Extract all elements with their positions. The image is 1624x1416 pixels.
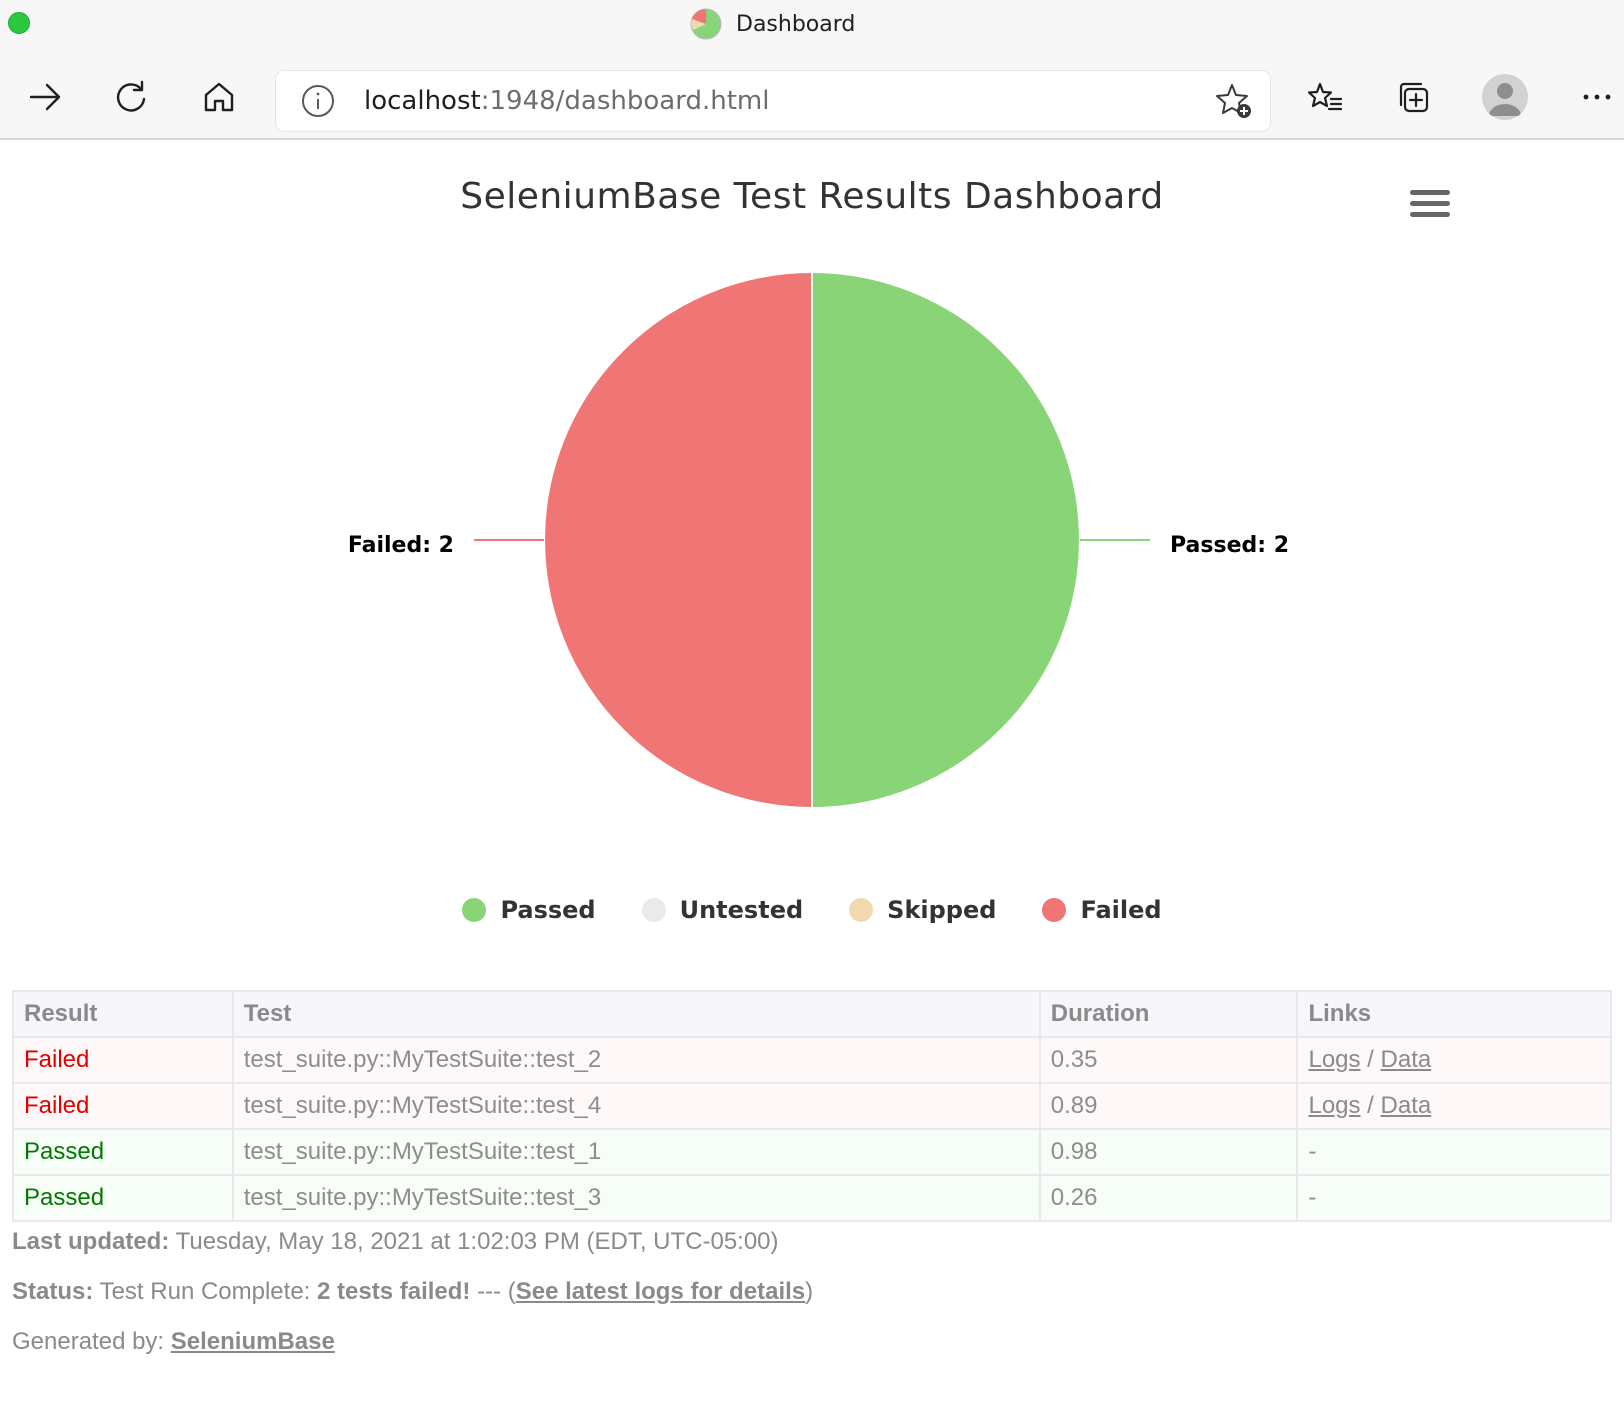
- pie-chart: Passed: 2 Failed: 2: [348, 270, 1289, 810]
- more-options-icon: [1583, 94, 1611, 100]
- table-row: Failed test_suite.py::MyTestSuite::test_…: [12, 1082, 1612, 1130]
- legend-item-untested[interactable]: Untested: [641, 896, 804, 924]
- duration-cell: 0.26: [1038, 1174, 1299, 1222]
- legend-label: Passed: [500, 896, 596, 924]
- test-cell: test_suite.py::MyTestSuite::test_4: [231, 1082, 1041, 1130]
- tab-title-text: Dashboard: [736, 11, 856, 37]
- legend-item-failed[interactable]: Failed: [1042, 896, 1162, 924]
- header-duration[interactable]: Duration: [1038, 990, 1299, 1038]
- logs-link[interactable]: Logs: [1308, 1092, 1360, 1119]
- legend-label: Untested: [679, 896, 804, 924]
- home-button[interactable]: [196, 74, 242, 120]
- favorites-button[interactable]: [1302, 74, 1348, 120]
- collections-icon: [1399, 82, 1429, 113]
- legend-label: Failed: [1080, 896, 1162, 924]
- pie-chart-favicon-icon: [690, 8, 722, 40]
- collections-button[interactable]: [1390, 74, 1436, 120]
- status-close: ): [805, 1278, 814, 1305]
- result-cell: Failed: [12, 1036, 234, 1084]
- logs-link[interactable]: Logs: [1308, 1046, 1360, 1073]
- legend-marker-icon: [462, 898, 487, 922]
- status-text: Test Run Complete:: [93, 1278, 318, 1305]
- table-row: Passed test_suite.py::MyTestSuite::test_…: [12, 1128, 1612, 1176]
- result-cell: Failed: [12, 1082, 234, 1130]
- results-table: Result Test Duration Links Failed test_s…: [12, 990, 1612, 1222]
- chart-title: SeleniumBase Test Results Dashboard: [460, 176, 1164, 217]
- last-updated-label: Last updated:: [12, 1228, 170, 1255]
- url-input[interactable]: localhost:1948/dashboard.html: [364, 71, 1124, 131]
- result-cell: Passed: [12, 1128, 234, 1176]
- links-cell: -: [1296, 1128, 1612, 1176]
- seleniumbase-link[interactable]: SeleniumBase: [171, 1328, 335, 1355]
- hamburger-menu-bar: [1410, 212, 1450, 217]
- latest-logs-link[interactable]: See latest logs for details: [516, 1278, 805, 1305]
- window-maximize-button[interactable]: [8, 12, 30, 34]
- arrow-right-icon: [29, 83, 61, 111]
- status-line: Status: Test Run Complete: 2 tests faile…: [12, 1278, 813, 1306]
- legend-marker-icon: [849, 898, 874, 922]
- legend-marker-icon: [1042, 898, 1067, 922]
- duration-cell: 0.35: [1038, 1036, 1299, 1084]
- legend-label: Skipped: [887, 896, 997, 924]
- url-path: :1948/dashboard.html: [480, 86, 770, 116]
- title-bar: Dashboard: [0, 0, 1624, 56]
- duration-cell: 0.89: [1038, 1082, 1299, 1130]
- last-updated-value: Tuesday, May 18, 2021 at 1:02:03 PM (EDT…: [169, 1228, 779, 1255]
- data-link[interactable]: Data: [1381, 1092, 1432, 1119]
- test-cell: test_suite.py::MyTestSuite::test_3: [231, 1174, 1041, 1222]
- generated-by: Generated by: SeleniumBase: [12, 1328, 335, 1356]
- address-bar[interactable]: localhost:1948/dashboard.html: [276, 71, 1270, 131]
- data-label-failed: Failed: 2: [348, 533, 454, 558]
- test-cell: test_suite.py::MyTestSuite::test_1: [231, 1128, 1041, 1176]
- duration-cell: 0.98: [1038, 1128, 1299, 1176]
- info-icon[interactable]: [300, 83, 336, 119]
- table-row: Passed test_suite.py::MyTestSuite::test_…: [12, 1174, 1612, 1222]
- user-avatar-icon: [1489, 83, 1521, 116]
- pie-slice-failed[interactable]: [543, 270, 813, 810]
- pie-slice-passed[interactable]: [811, 270, 1081, 810]
- reload-button[interactable]: [108, 74, 154, 120]
- legend-marker-icon: [641, 898, 666, 922]
- result-cell: Passed: [12, 1174, 234, 1222]
- last-updated: Last updated: Tuesday, May 18, 2021 at 1…: [12, 1228, 779, 1256]
- tab-title: Dashboard: [690, 8, 855, 40]
- table-row: Failed test_suite.py::MyTestSuite::test_…: [12, 1036, 1612, 1084]
- add-favorite-icon[interactable]: [1214, 81, 1254, 121]
- header-result[interactable]: Result: [12, 990, 234, 1038]
- status-label: Status:: [12, 1278, 94, 1305]
- browser-toolbar: localhost:1948/dashboard.html: [0, 56, 1624, 140]
- table-header-row: Result Test Duration Links: [12, 990, 1612, 1038]
- hamburger-menu-bar: [1410, 201, 1450, 206]
- status-separator: --- (: [470, 1278, 516, 1305]
- hamburger-menu-icon: [1410, 190, 1450, 195]
- data-link[interactable]: Data: [1381, 1046, 1432, 1073]
- favorites-list-icon: [1307, 82, 1343, 111]
- data-label-passed: Passed: 2: [1170, 533, 1289, 558]
- more-options-button[interactable]: [1574, 74, 1620, 120]
- chart-legend: Passed Untested Skipped Failed: [0, 896, 1624, 924]
- home-icon: [204, 82, 234, 112]
- links-cell: -: [1296, 1174, 1612, 1222]
- url-host: localhost: [364, 86, 481, 116]
- legend-item-passed[interactable]: Passed: [462, 896, 596, 924]
- status-failed-count: 2 tests failed!: [317, 1278, 471, 1305]
- test-cell: test_suite.py::MyTestSuite::test_2: [231, 1036, 1041, 1084]
- reload-icon: [116, 80, 146, 112]
- link-separator: /: [1360, 1092, 1381, 1119]
- link-separator: /: [1360, 1046, 1381, 1073]
- legend-item-skipped[interactable]: Skipped: [849, 896, 996, 924]
- links-cell: Logs / Data: [1296, 1036, 1612, 1084]
- profile-avatar[interactable]: [1482, 74, 1528, 120]
- chart-menu-button[interactable]: [1410, 190, 1450, 224]
- generated-label: Generated by:: [12, 1328, 171, 1355]
- header-links[interactable]: Links: [1296, 990, 1612, 1038]
- header-test[interactable]: Test: [231, 990, 1041, 1038]
- links-cell: Logs / Data: [1296, 1082, 1612, 1130]
- forward-button[interactable]: [22, 74, 68, 120]
